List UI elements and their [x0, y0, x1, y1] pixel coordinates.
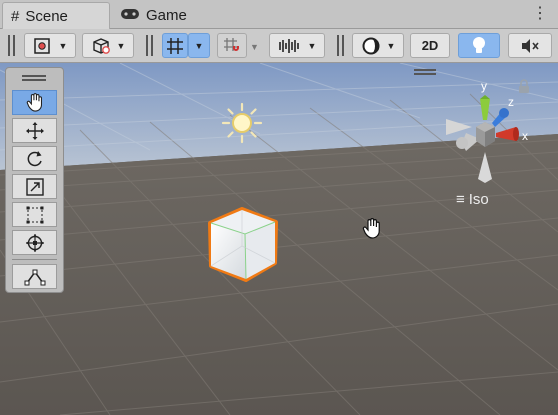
draw-mode-dropdown[interactable]: ▼ [24, 33, 76, 58]
chevron-down-icon: ▼ [194, 40, 204, 51]
tool-divider [12, 259, 57, 260]
panel-drag-handle[interactable] [22, 75, 46, 77]
toolbar-grip-icon[interactable] [337, 35, 344, 56]
toolbar-grip-icon[interactable] [146, 35, 153, 56]
bezier-path-icon [24, 269, 45, 285]
shading-mode-icon [33, 37, 50, 54]
move-tool-button[interactable] [12, 118, 57, 143]
lighting-sphere-icon [362, 37, 380, 54]
lighting-fx-dropdown[interactable]: ▼ [352, 33, 404, 58]
directional-light-icon[interactable] [220, 101, 264, 145]
projection-toggle[interactable]: ≡ Iso [456, 191, 489, 208]
tab-bar: # Scene Game ⋮ [0, 0, 558, 29]
rotate-tool-button[interactable] [12, 146, 57, 171]
hand-icon [26, 92, 42, 112]
scene-viewport[interactable]: y z x [0, 63, 558, 415]
move-arrows-icon [25, 121, 44, 140]
rect-transform-icon [26, 206, 43, 223]
lighting-toggle-button[interactable] [458, 33, 500, 58]
increment-snap-button[interactable] [217, 33, 247, 58]
grid-toggle-button[interactable] [162, 33, 188, 58]
audio-toggle-button[interactable] [508, 33, 552, 58]
2d-mode-button[interactable]: 2D [410, 33, 450, 58]
transform-icon [25, 233, 44, 252]
scale-tool-button[interactable] [12, 174, 57, 199]
axis-y-label: y [481, 79, 487, 93]
toolbar-grip-icon[interactable] [8, 35, 15, 56]
waveform-icon [278, 38, 299, 53]
audio-muted-icon [522, 38, 539, 53]
hand-tool-button[interactable] [12, 90, 57, 115]
rotate-arrows-icon [27, 150, 42, 166]
grid-options-dropdown[interactable]: ▼ [188, 33, 210, 58]
magnet-snap-icon [224, 37, 239, 51]
hand-cursor-icon [362, 218, 380, 239]
gamepad-icon [120, 7, 140, 24]
scale-icon [25, 177, 44, 196]
orientation-gizmo[interactable]: y z x [440, 77, 540, 183]
selected-cube[interactable] [205, 206, 281, 284]
lock-icon[interactable] [519, 79, 529, 93]
tab-game[interactable]: Game [118, 2, 208, 29]
chevron-down-icon: ▼ [116, 40, 126, 51]
tab-scene[interactable]: # Scene [2, 2, 110, 29]
chevron-down-icon: ▼ [58, 40, 68, 51]
chevron-down-icon: ▼ [386, 40, 396, 51]
panel-drag-handle-line [22, 79, 46, 81]
rect-tool-button[interactable] [12, 202, 57, 227]
more-options-icon[interactable]: ⋮ [532, 3, 548, 23]
audio-effects-dropdown[interactable]: ▼ [269, 33, 325, 58]
transform-tool-button[interactable] [12, 230, 57, 255]
tab-game-label: Game [146, 7, 187, 24]
chevron-down-icon: ▼ [307, 40, 317, 51]
grid-snap-icon [167, 37, 183, 54]
axis-z-label: z [508, 95, 514, 109]
scene-visibility-dropdown[interactable]: ▼ [82, 33, 134, 58]
tools-overlay-panel [5, 67, 64, 293]
menu-lines-icon: ≡ [456, 191, 465, 208]
grid-hash-icon: # [11, 7, 20, 25]
custom-tool-button[interactable] [12, 264, 57, 289]
projection-label: Iso [468, 191, 489, 208]
chevron-down-icon[interactable]: ▼ [250, 42, 259, 52]
axis-x-label: x [522, 129, 528, 143]
cube-visibility-icon [92, 37, 110, 54]
lightbulb-icon [473, 36, 485, 53]
tab-scene-label: Scene [25, 7, 68, 25]
scene-toolbar: ▼ ▼ ▼ ▼ ▼ ▼ 2D [0, 29, 558, 63]
2d-mode-label: 2D [421, 38, 439, 53]
